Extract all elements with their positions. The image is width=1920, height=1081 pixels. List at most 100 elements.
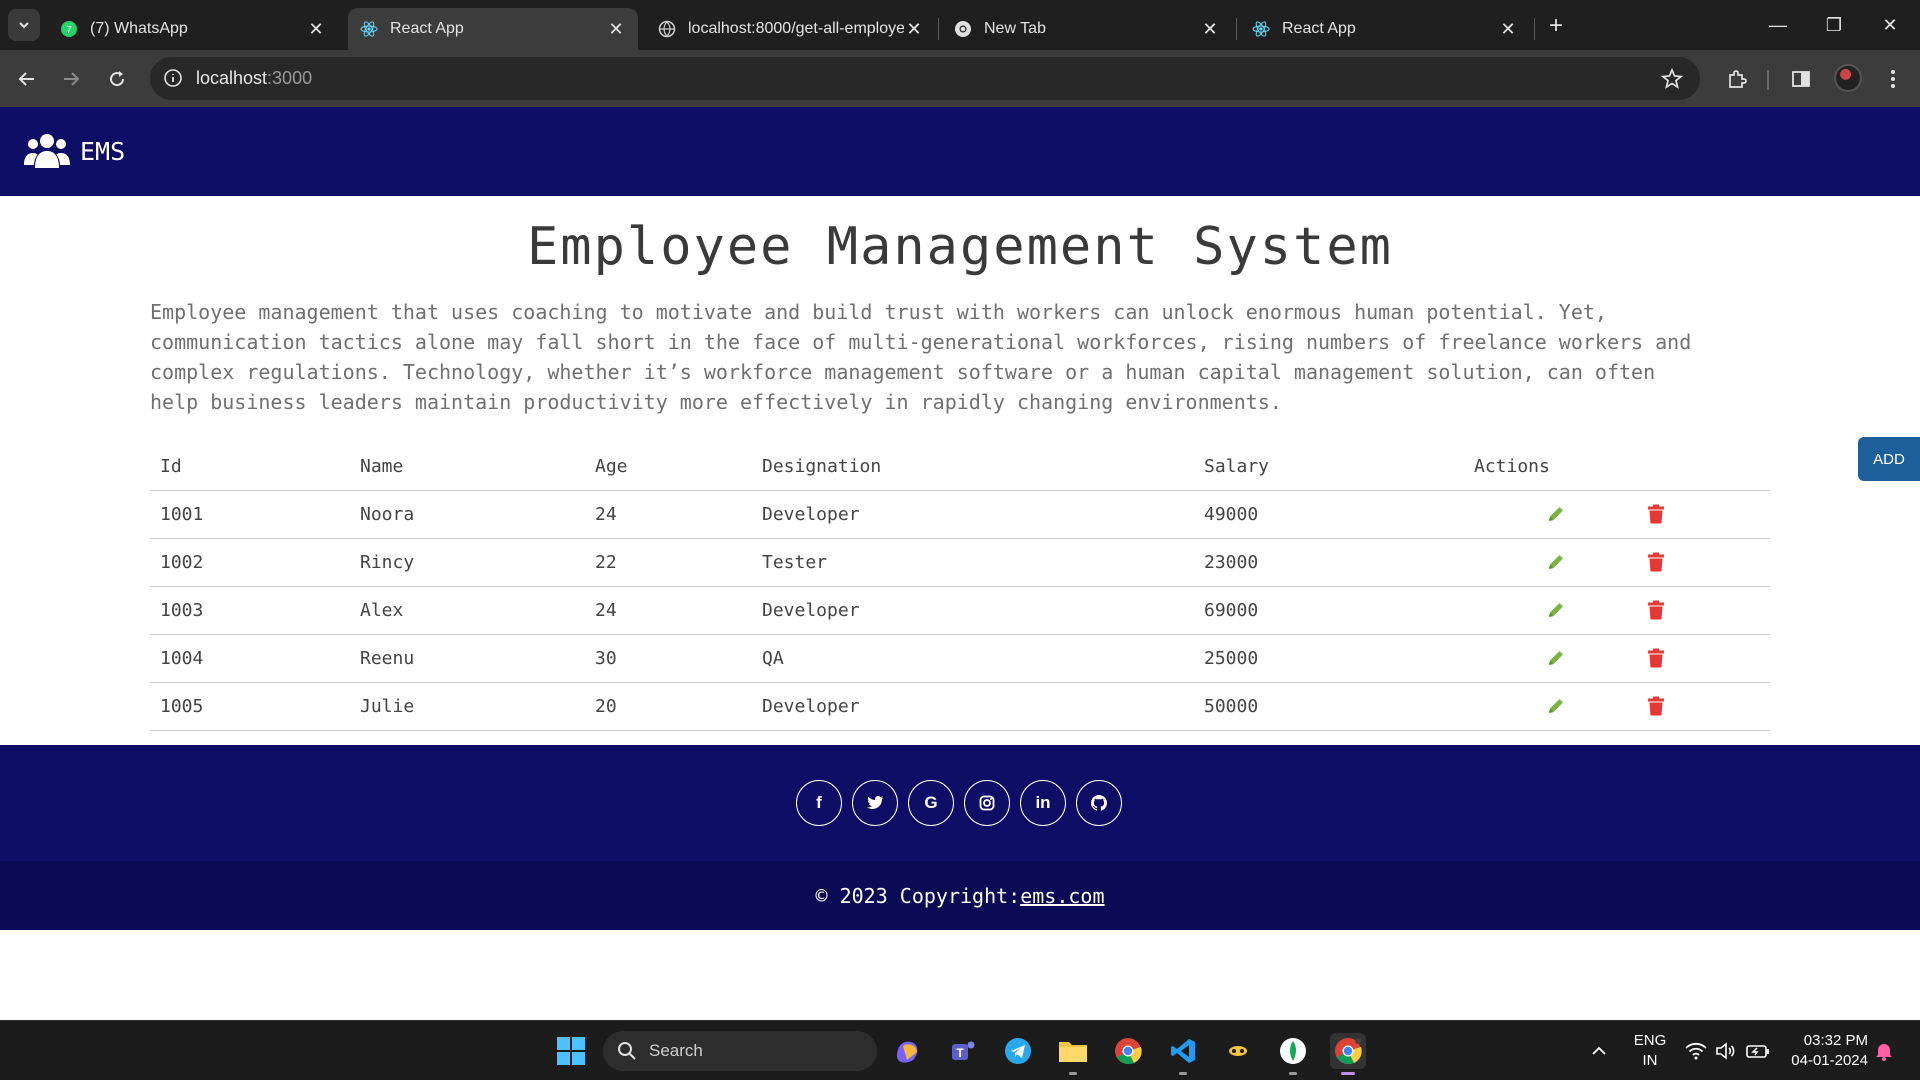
edit-pencil-icon[interactable]	[1544, 550, 1568, 574]
active-indicator	[1341, 1072, 1355, 1075]
volume-icon[interactable]	[1715, 1021, 1737, 1081]
url-text: localhost:3000	[196, 68, 312, 89]
chrome-icon	[954, 20, 972, 38]
twitter-icon[interactable]	[852, 780, 898, 826]
cell-id: 1001	[150, 490, 350, 539]
reload-icon[interactable]	[102, 64, 132, 94]
minimize-icon[interactable]: —	[1760, 10, 1796, 40]
windows-start-icon[interactable]	[556, 1036, 586, 1066]
language-indicator[interactable]: ENG IN	[1632, 1031, 1668, 1071]
bookmark-star-icon[interactable]	[1660, 67, 1684, 91]
edit-pencil-icon[interactable]	[1544, 502, 1568, 526]
edit-pencil-icon[interactable]	[1544, 598, 1568, 622]
delete-trash-icon[interactable]	[1644, 646, 1668, 670]
facebook-icon[interactable]: f	[796, 780, 842, 826]
svg-text:T: T	[956, 1046, 964, 1060]
cell-designation: Tester	[752, 538, 1194, 587]
side-panel-icon[interactable]	[1786, 64, 1816, 94]
social-links: f G in	[796, 780, 1122, 826]
vscode-app-icon[interactable]	[1165, 1033, 1201, 1075]
tab-new-tab[interactable]: New Tab ✕	[942, 8, 1232, 50]
employee-table: Id Name Age Designation Salary Actions 1…	[150, 443, 1770, 731]
linkedin-icon[interactable]: in	[1020, 780, 1066, 826]
page-title: Employee Management System	[527, 217, 1393, 277]
tab-search-button[interactable]	[8, 9, 40, 41]
extensions-puzzle-icon[interactable]	[1722, 64, 1752, 94]
postman-app-icon[interactable]	[1220, 1033, 1256, 1069]
close-icon[interactable]: ✕	[1498, 19, 1518, 39]
new-tab-plus-icon[interactable]: +	[1542, 12, 1570, 40]
restore-icon[interactable]: ❐	[1816, 10, 1852, 40]
edit-pencil-icon[interactable]	[1544, 694, 1568, 718]
delete-trash-icon[interactable]	[1644, 502, 1668, 526]
back-arrow-icon[interactable]	[12, 64, 42, 94]
battery-icon[interactable]	[1746, 1021, 1770, 1081]
table-row: 1005 Julie 20 Developer 50000	[150, 682, 1770, 731]
main-content: Employee Management System Employee mana…	[150, 217, 1770, 417]
running-indicator	[1069, 1072, 1077, 1075]
tab-separator	[1236, 18, 1237, 40]
react-icon	[1252, 20, 1270, 38]
site-info-icon[interactable]	[162, 67, 184, 89]
globe-icon	[658, 20, 676, 38]
window-close-icon[interactable]: ✕	[1872, 10, 1908, 40]
cell-actions	[1464, 682, 1770, 731]
edit-pencil-icon[interactable]	[1544, 646, 1568, 670]
delete-trash-icon[interactable]	[1644, 550, 1668, 574]
tab-title: React App	[390, 20, 464, 37]
cell-name: Rincy	[350, 538, 585, 587]
cell-id: 1002	[150, 538, 350, 587]
table-row: 1002 Rincy 22 Tester 23000	[150, 538, 1770, 587]
chrome-app-icon[interactable]	[1110, 1033, 1146, 1069]
tab-whatsapp[interactable]: 7 (7) WhatsApp ✕	[48, 8, 338, 50]
notification-bell-icon[interactable]	[1875, 1021, 1893, 1081]
brand-label: EMS	[80, 136, 126, 166]
taskbar-search[interactable]: Search	[603, 1031, 877, 1071]
delete-trash-icon[interactable]	[1644, 598, 1668, 622]
profile-avatar[interactable]	[1834, 64, 1862, 92]
google-icon[interactable]: G	[908, 780, 954, 826]
tab-react-app[interactable]: React App ✕	[1240, 8, 1530, 50]
web-page: EMS Employee Management System Employee …	[0, 107, 1920, 1020]
close-icon[interactable]: ✕	[606, 19, 626, 39]
telegram-app-icon[interactable]	[1000, 1033, 1036, 1069]
cell-name: Julie	[350, 682, 585, 731]
forward-arrow-icon[interactable]	[56, 64, 86, 94]
mongodb-compass-app-icon[interactable]	[1275, 1033, 1311, 1075]
close-icon[interactable]: ✕	[1200, 19, 1220, 39]
close-icon[interactable]: ✕	[306, 19, 326, 39]
cell-age: 30	[585, 634, 752, 683]
cell-age: 20	[585, 682, 752, 731]
address-bar[interactable]: localhost:3000	[150, 57, 1700, 100]
copyright-link[interactable]: ems.com	[1020, 884, 1104, 908]
delete-trash-icon[interactable]	[1644, 694, 1668, 718]
chrome-dev-app-icon[interactable]	[1330, 1033, 1366, 1075]
tab-react-app-active[interactable]: React App ✕	[348, 8, 638, 50]
copilot-app-icon[interactable]	[890, 1033, 926, 1069]
instagram-icon[interactable]	[964, 780, 1010, 826]
close-icon[interactable]: ✕	[904, 19, 924, 39]
table-row: 1001 Noora 24 Developer 49000	[150, 490, 1770, 539]
add-employee-button[interactable]: ADD	[1858, 437, 1920, 481]
file-explorer-app-icon[interactable]	[1055, 1033, 1091, 1075]
cell-designation: QA	[752, 634, 1194, 683]
wifi-icon[interactable]	[1685, 1021, 1707, 1081]
header-id: Id	[150, 443, 350, 491]
tab-title: New Tab	[984, 20, 1046, 37]
tab-title: localhost:8000/get-all-employe	[688, 20, 904, 37]
teams-app-icon[interactable]: T	[945, 1033, 981, 1069]
clock[interactable]: 03:32 PM 04-01-2024	[1780, 1031, 1868, 1071]
react-icon	[360, 20, 378, 38]
kebab-menu-icon[interactable]	[1878, 64, 1908, 94]
app-navbar: EMS	[0, 107, 1920, 196]
app-footer: f G in © 2023 Copyright: ems.com	[0, 745, 1920, 930]
cell-name: Reenu	[350, 634, 585, 683]
running-indicator	[1289, 1072, 1297, 1075]
cell-age: 24	[585, 586, 752, 635]
tab-separator	[1534, 18, 1535, 40]
brand[interactable]: EMS	[24, 132, 125, 170]
show-hidden-icons-chevron-up-icon[interactable]	[1590, 1021, 1608, 1081]
github-icon[interactable]	[1076, 780, 1122, 826]
tab-localhost-8000[interactable]: localhost:8000/get-all-employe ✕	[646, 8, 936, 50]
chevron-down-icon	[19, 22, 29, 29]
